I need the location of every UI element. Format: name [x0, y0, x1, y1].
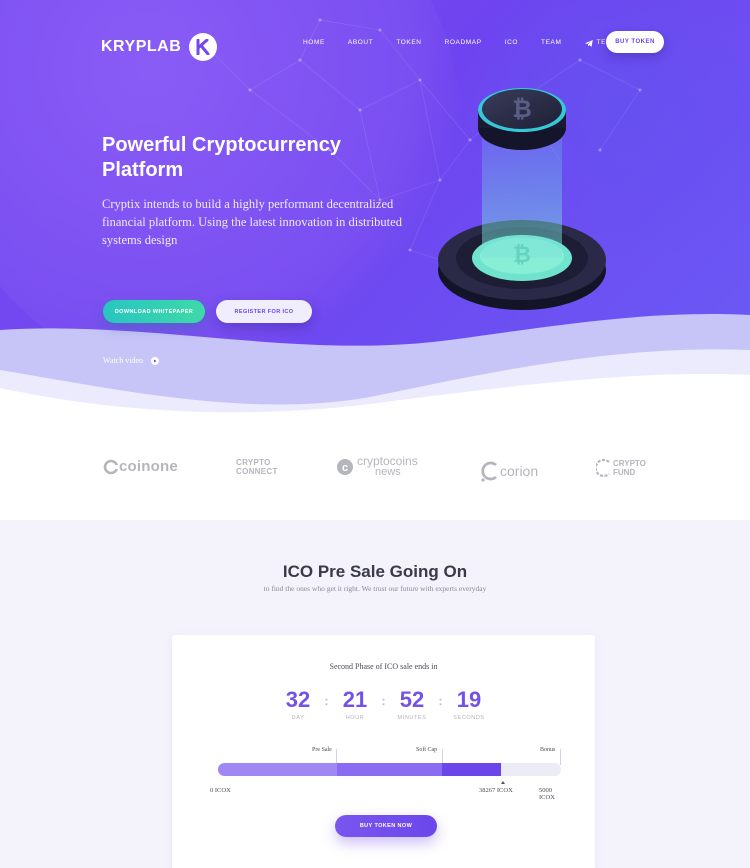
countdown-days-value: 32 [285, 687, 311, 712]
partner-crypto-connect-line2: CONNECT [236, 467, 278, 476]
progress-segment-current [442, 763, 501, 776]
buy-token-button[interactable]: BUY TOKEN [606, 31, 664, 53]
progress-current-label: 38267 ICOX [479, 787, 513, 794]
partner-crypto-connect-line1: CRYPTO [236, 458, 271, 467]
hero-title: Powerful Cryptocurrency Platform [102, 134, 341, 181]
brand-badge-icon [189, 33, 218, 61]
countdown-hours-label: HOUR [345, 715, 365, 721]
bitcoin-pedestal-illustration: ₿ ₿ [438, 88, 606, 310]
ico-countdown-card: Second Phase of ICO sale ends in 32 DAY … [172, 635, 595, 868]
corion-logo-icon [481, 461, 497, 482]
svg-text:₿: ₿ [512, 96, 532, 123]
soft-cap-label: Soft Cap [416, 747, 438, 753]
pre-sale-label: Pre Sale [312, 747, 332, 753]
download-whitepaper-button[interactable]: DOWNLOAD WHITEPAPER [103, 300, 205, 323]
partners-strip: coinone CRYPTO CONNECT c cryptocoins new… [0, 420, 750, 520]
buy-token-now-button[interactable]: BUY TOKEN NOW [335, 815, 437, 837]
partner-crypto-fund[interactable]: CRYPTO FUND [596, 458, 646, 478]
countdown-minutes-label: MINUTES [397, 715, 427, 721]
sale-progress-bar [218, 763, 561, 776]
countdown-seconds-label: SECONDS [453, 715, 485, 721]
telegram-icon [584, 39, 593, 47]
countdown-days: 32 DAY [270, 687, 327, 721]
partner-coinone[interactable]: coinone [103, 458, 178, 475]
partner-cryptocoins-news[interactable]: c cryptocoins news [336, 455, 418, 478]
countdown-minutes-value: 52 [399, 687, 425, 712]
countdown-title: Second Phase of ICO sale ends in [329, 662, 438, 671]
play-icon [151, 356, 160, 365]
progress-segment-soft-cap [337, 763, 442, 776]
cryptocoins-logo-icon: c [337, 459, 353, 475]
brand-name: KRYPLAB [101, 38, 182, 55]
svg-text:c: c [342, 462, 348, 474]
brand-logo[interactable]: KRYPLAB [101, 33, 218, 61]
watch-video-link[interactable]: Watch video [103, 356, 160, 365]
countdown-days-label: DAY [291, 715, 305, 721]
progress-segment-pre-sale [218, 763, 337, 776]
partner-crypto-fund-line2: FUND [613, 468, 636, 477]
nav-about[interactable]: ABOUT [348, 37, 373, 49]
countdown-minutes: 52 MINUTES [384, 687, 441, 721]
partner-crypto-fund-line1: CRYPTO [613, 459, 646, 468]
register-ico-button[interactable]: REGISTER FOR ICO [216, 300, 312, 323]
countdown-timer: 32 DAY : 21 HOUR : 52 MINUTES : 19 SECON… [172, 687, 595, 721]
countdown-hours-value: 21 [342, 687, 368, 712]
partner-crypto-connect[interactable]: CRYPTO CONNECT [236, 458, 278, 476]
countdown-seconds: 19 SECONDS [441, 687, 498, 721]
partner-coinone-label: coinone [119, 458, 178, 475]
watch-video-label: Watch video [103, 356, 144, 365]
nav-home[interactable]: HOME [303, 37, 325, 49]
partner-corion[interactable]: corion [480, 460, 538, 482]
ico-section-subtitle: to find the ones who get it right. We tr… [263, 584, 487, 593]
partner-cryptocoins-line2: news [375, 466, 401, 478]
nav-roadmap[interactable]: ROADMAP [445, 37, 482, 49]
progress-marker-icon [501, 781, 505, 784]
hero-subtitle: Cryptix intends to build a highly perfor… [102, 197, 402, 247]
coinone-logo-icon [103, 459, 119, 474]
partner-corion-label: corion [500, 463, 539, 479]
progress-min-label: 0 ICOX [210, 787, 231, 794]
ico-section-title: ICO Pre Sale Going On [282, 562, 468, 581]
svg-text:₿: ₿ [513, 242, 531, 267]
sale-progress: Pre Sale Soft Cap Bonus 0 ICOX 38267 ICO… [210, 743, 561, 803]
nav-team[interactable]: TEAM [541, 37, 561, 49]
hero-section: ₿ ₿ KRYPLAB HOME ABOUT TOKEN ROADMAP ICO… [0, 0, 750, 420]
crypto-fund-logo-icon [596, 458, 610, 478]
nav-ico[interactable]: ICO [505, 37, 518, 49]
nav-token[interactable]: TOKEN [396, 37, 421, 49]
countdown-seconds-value: 19 [456, 687, 482, 712]
bonus-label: Bonus [540, 747, 556, 753]
countdown-hours: 21 HOUR [327, 687, 384, 721]
bonus-tick [560, 749, 561, 765]
progress-max-label: 5000 ICOX [539, 787, 555, 801]
ico-presale-section: ICO Pre Sale Going On to find the ones w… [0, 520, 750, 868]
